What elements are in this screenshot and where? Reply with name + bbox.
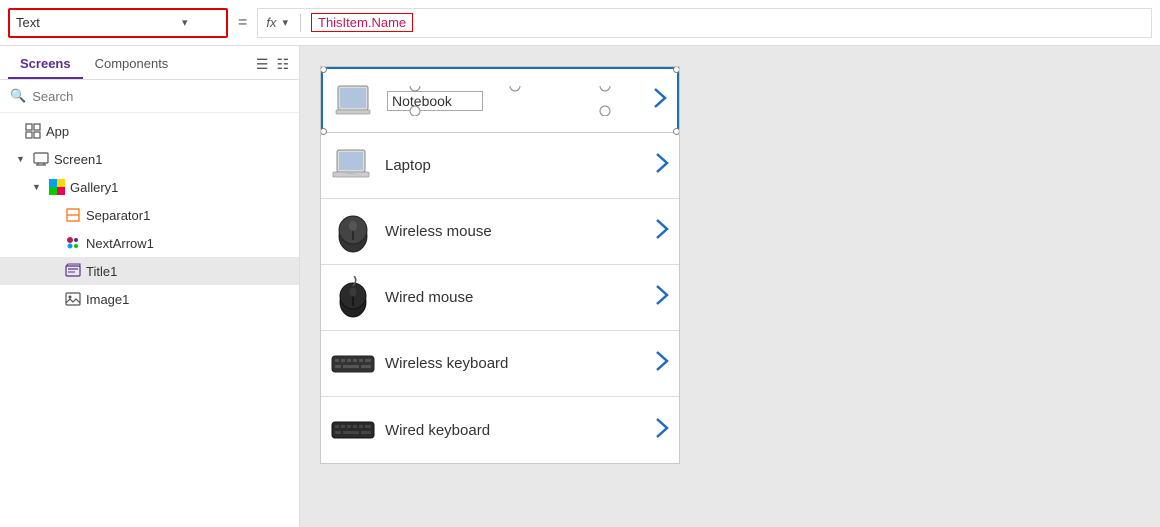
gallery-container: Notebook — [320, 66, 680, 464]
gallery-item-laptop[interactable]: Laptop — [321, 133, 679, 199]
search-input[interactable] — [32, 89, 289, 104]
tree-item-image1-label: Image1 — [86, 292, 129, 307]
wireless-mouse-label: Wireless mouse — [385, 223, 645, 240]
title-icon — [64, 263, 82, 279]
tree-item-title1-label: Title1 — [86, 264, 117, 279]
tree-item-app-label: App — [46, 124, 69, 139]
notebook-image — [333, 79, 377, 123]
screen-icon — [32, 151, 50, 167]
property-chevron-button[interactable]: ▾ — [180, 16, 190, 29]
laptop-label: Laptop — [385, 157, 645, 174]
main-area: Screens Components ☰ ☷ 🔍 App — [0, 46, 1160, 527]
wired-keyboard-image — [331, 408, 375, 452]
fx-label: fx — [266, 15, 276, 30]
search-icon: 🔍 — [10, 88, 26, 104]
wired-mouse-image — [331, 276, 375, 320]
handle-tl — [320, 66, 327, 73]
search-box: 🔍 — [0, 80, 299, 113]
tab-components[interactable]: Components — [83, 50, 181, 79]
tabs-row: Screens Components ☰ ☷ — [0, 46, 299, 80]
tree-area: App ▼ Screen1 ▼ — [0, 113, 299, 527]
tree-item-title1[interactable]: Title1 — [0, 257, 299, 285]
tree-item-gallery1[interactable]: ▼ Gallery1 — [0, 173, 299, 201]
equals-sign: = — [234, 14, 251, 32]
gallery-item-notebook[interactable]: Notebook — [321, 67, 679, 133]
top-toolbar: ▾ = fx ▾ ThisItem.Name — [0, 0, 1160, 46]
image-icon — [64, 291, 82, 307]
notebook-label-selected: Notebook — [387, 91, 483, 111]
formula-value: ThisItem.Name — [311, 13, 413, 32]
tab-screens[interactable]: Screens — [8, 50, 83, 79]
gallery-item-wired-keyboard[interactable]: Wired keyboard — [321, 397, 679, 463]
tree-item-gallery1-label: Gallery1 — [70, 180, 118, 195]
formula-bar: fx ▾ ThisItem.Name — [257, 8, 1152, 38]
gallery-item-wireless-keyboard[interactable]: Wireless keyboard — [321, 331, 679, 397]
gallery-item-wireless-mouse[interactable]: Wireless mouse — [321, 199, 679, 265]
tree-item-screen1[interactable]: ▼ Screen1 — [0, 145, 299, 173]
expand-icon: ▼ — [16, 154, 28, 164]
laptop-image — [331, 144, 375, 188]
left-panel: Screens Components ☰ ☷ 🔍 App — [0, 46, 300, 527]
list-view-icon[interactable]: ☰ — [254, 54, 271, 75]
grid-view-icon[interactable]: ☷ — [274, 54, 291, 75]
tree-item-nextarrow1[interactable]: NextArrow1 — [0, 229, 299, 257]
chevron-down-icon: ▾ — [282, 16, 288, 29]
app-icon — [24, 123, 42, 139]
wireless-keyboard-label: Wireless keyboard — [385, 355, 645, 372]
wired-mouse-label: Wired mouse — [385, 289, 645, 306]
wireless-mouse-image — [331, 210, 375, 254]
chevron-down-icon: ▾ — [182, 16, 188, 29]
tree-item-nextarrow1-label: NextArrow1 — [86, 236, 154, 251]
handle-tr — [673, 66, 680, 73]
tree-item-separator1-label: Separator1 — [86, 208, 150, 223]
laptop-chevron-right — [655, 152, 669, 179]
tree-item-app[interactable]: App — [0, 117, 299, 145]
selection-handles-svg — [382, 86, 648, 116]
tabs-icons: ☰ ☷ — [254, 54, 291, 75]
tree-item-screen1-label: Screen1 — [54, 152, 102, 167]
expand-icon: ▼ — [32, 182, 44, 192]
wireless-keyboard-image — [331, 342, 375, 386]
wireless-mouse-chevron-right — [655, 218, 669, 245]
gallery-icon — [48, 179, 66, 195]
separator-icon — [64, 207, 82, 223]
formula-chevron-button[interactable]: ▾ — [280, 16, 290, 29]
wired-mouse-chevron-right — [655, 284, 669, 311]
canvas-area: Notebook — [300, 46, 1160, 527]
tree-item-image1[interactable]: Image1 — [0, 285, 299, 313]
nextarrow-icon — [64, 235, 82, 251]
tree-item-separator1[interactable]: Separator1 — [0, 201, 299, 229]
wireless-keyboard-chevron-right — [655, 350, 669, 377]
notebook-chevron-right — [653, 87, 667, 114]
gallery-item-wired-mouse[interactable]: Wired mouse — [321, 265, 679, 331]
wired-keyboard-chevron-right — [655, 417, 669, 444]
property-input[interactable] — [16, 15, 176, 30]
notebook-text-container: Notebook — [387, 91, 643, 111]
formula-divider — [300, 14, 301, 32]
wired-keyboard-label: Wired keyboard — [385, 422, 645, 439]
property-dropdown[interactable]: ▾ — [8, 8, 228, 38]
